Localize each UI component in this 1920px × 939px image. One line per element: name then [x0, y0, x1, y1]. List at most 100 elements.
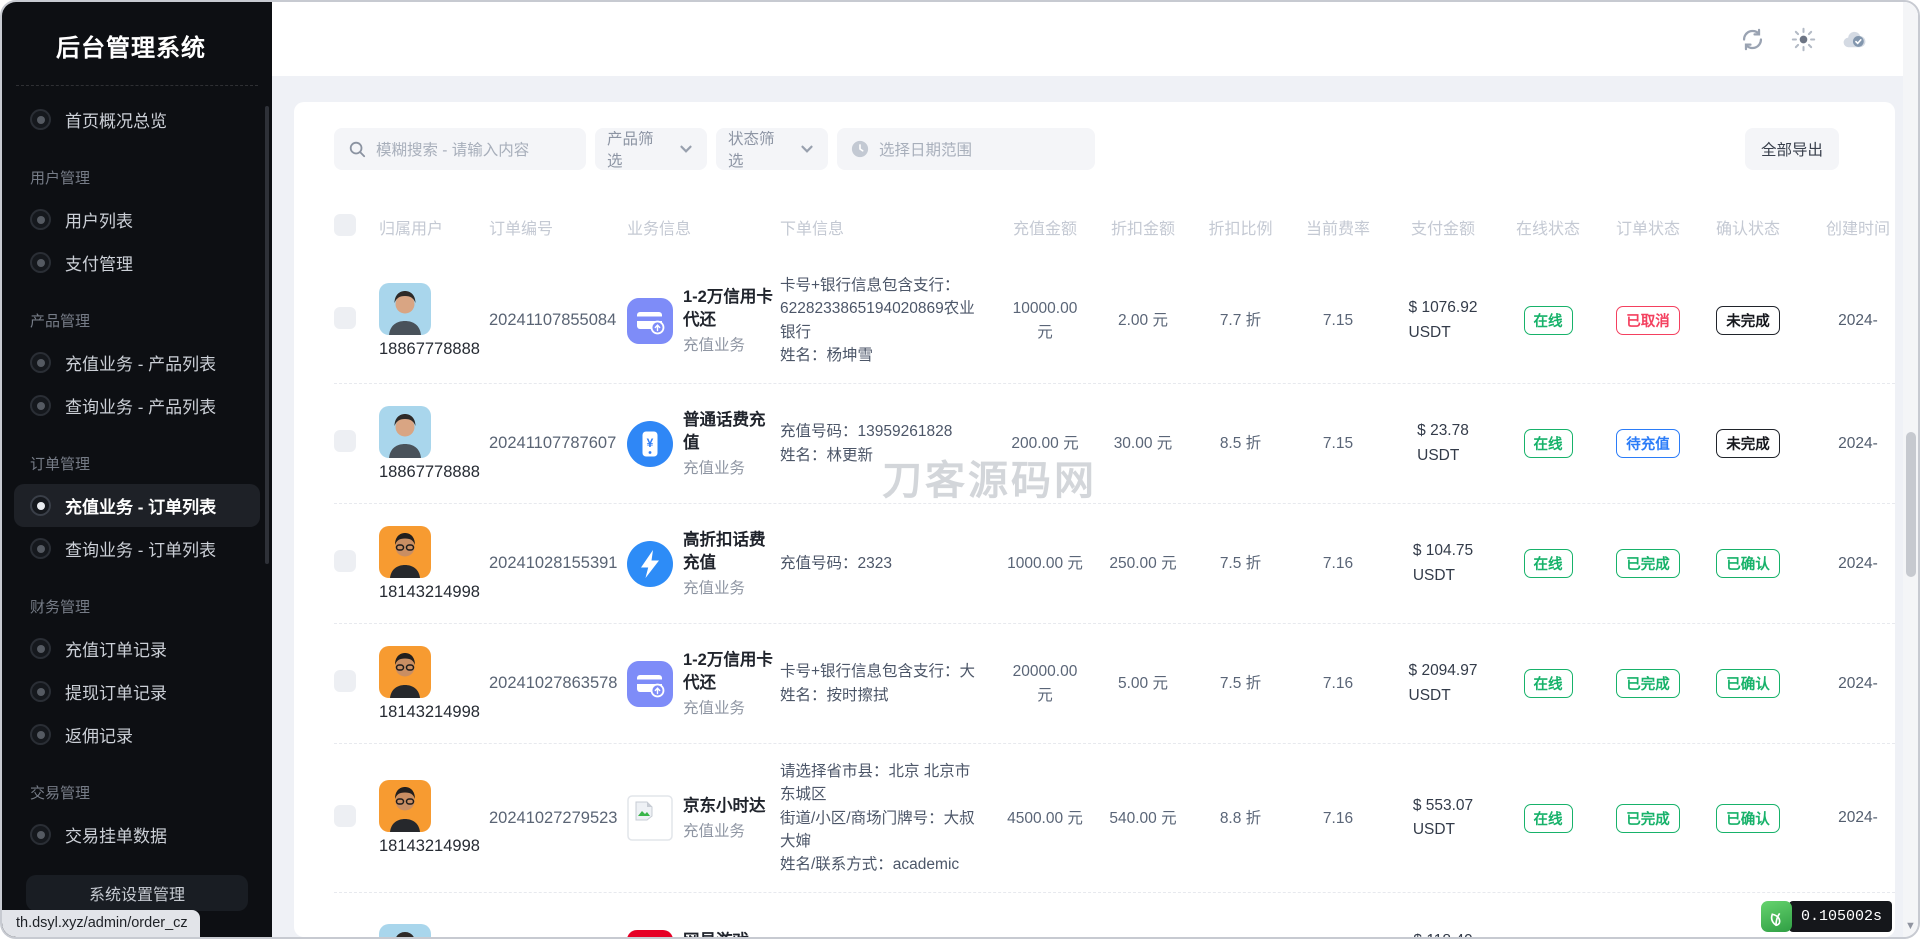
sidebar-item-query-products[interactable]: 查询业务 - 产品列表 — [14, 384, 260, 427]
credit-card-icon — [627, 298, 673, 344]
order-info: 卡号+银行信息包含支行：大 姓名：按时擦拭 — [780, 660, 997, 707]
sidebar-item-query-orders[interactable]: 查询业务 - 订单列表 — [14, 527, 260, 570]
table-row: 18867778888 20241107855084 ¥ — [334, 258, 1895, 383]
col-recharge-amount: 充值金额 — [997, 215, 1093, 239]
theme-sun-icon[interactable] — [1790, 26, 1817, 53]
account-check-icon[interactable] — [1841, 26, 1868, 53]
row-checkbox[interactable] — [334, 550, 356, 572]
sidebar-item-label: 返佣记录 — [65, 722, 133, 747]
pay-currency: USDT — [1413, 564, 1473, 588]
order-number: 20241027863578 — [489, 674, 627, 693]
col-discount-ratio: 折扣比例 — [1193, 215, 1288, 239]
record-icon — [30, 209, 51, 230]
col-order-status: 订单状态 — [1598, 215, 1698, 239]
order-status-badge: 待充值 — [1616, 429, 1680, 458]
business-type: 充值业务 — [683, 576, 780, 598]
col-created-at: 创建时间 — [1798, 215, 1895, 239]
current-rate: 7.16 — [1288, 552, 1388, 575]
confirm-status-badge: 已确认 — [1716, 804, 1780, 833]
record-icon — [30, 109, 51, 130]
table-row: 18143214998 20241027863578 ¥ — [334, 623, 1895, 743]
business-name: 1-2万信用卡代还 — [683, 649, 780, 694]
order-status-badge: 已取消 — [1616, 306, 1680, 335]
search-input[interactable]: 模糊搜索 - 请输入内容 — [334, 128, 586, 170]
phone-recharge-icon: ¥ — [627, 421, 673, 467]
pay-amount-cell: $ 104.75 USDT — [1388, 539, 1498, 587]
sidebar-section-product-mgmt: 产品管理 — [14, 290, 260, 341]
sidebar-item-recharge-products[interactable]: 充值业务 - 产品列表 — [14, 341, 260, 384]
business-cell: ¥ 京东小时达 — [627, 795, 780, 841]
date-range-placeholder: 选择日期范围 — [879, 138, 972, 160]
pay-currency: USDT — [1417, 444, 1469, 468]
scrollbar-down-arrow[interactable]: ▼ — [1903, 920, 1918, 932]
perf-widget: 0.105002s — [1761, 901, 1892, 932]
created-at: 2024- — [1798, 809, 1895, 827]
scrollbar-thumb[interactable] — [1906, 432, 1916, 577]
page-scrollbar[interactable]: ▼ — [1903, 2, 1918, 937]
lightning-icon — [627, 541, 673, 587]
order-number: 20241027279523 — [489, 809, 627, 828]
sidebar-nav: 首页概况总览 用户管理 用户列表 支付管理 产品管理 充值业务 - 产品列表 查… — [2, 92, 272, 862]
sidebar-item-payment-mgmt[interactable]: 支付管理 — [14, 241, 260, 284]
row-checkbox[interactable] — [334, 670, 356, 692]
order-status-badge: 已完成 — [1616, 804, 1680, 833]
refresh-icon[interactable] — [1739, 26, 1766, 53]
select-all-checkbox[interactable] — [334, 214, 356, 236]
col-current-rate: 当前费率 — [1288, 215, 1388, 239]
date-range-picker[interactable]: 选择日期范围 — [837, 128, 1095, 170]
business-cell: ¥ 网易游戏 — [627, 930, 780, 937]
discount-ratio: 7.5 折 — [1193, 672, 1288, 695]
record-icon — [30, 495, 51, 516]
discount-amount: 5.00 元 — [1093, 672, 1193, 695]
record-icon — [30, 395, 51, 416]
sidebar-item-home[interactable]: 首页概况总览 — [14, 98, 260, 141]
system-settings-button[interactable]: 系统设置管理 — [26, 875, 248, 911]
sidebar-item-trade-pending-data[interactable]: 交易挂单数据 — [14, 813, 260, 856]
sidebar-scrollbar[interactable] — [265, 106, 269, 564]
table-row: 18143214998 20241027279523 ¥ — [334, 743, 1895, 892]
business-cell: ¥ 1-2万信用卡代还 — [627, 649, 780, 718]
row-checkbox[interactable] — [334, 430, 356, 452]
row-checkbox[interactable] — [334, 805, 356, 827]
sidebar-section-user-mgmt: 用户管理 — [14, 147, 260, 198]
table-row: 20241026096687 ¥ — [334, 892, 1895, 937]
pay-amount-cell: $ 118.40 USDT — [1388, 929, 1498, 937]
sidebar-item-label: 充值业务 - 产品列表 — [65, 350, 216, 375]
business-name: 普通话费充值 — [683, 409, 780, 454]
recharge-amount: 10000.00 元 — [997, 297, 1093, 344]
confirm-status-badge: 未完成 — [1716, 306, 1780, 335]
topbar — [272, 2, 1918, 76]
current-rate: 7.16 — [1288, 672, 1388, 695]
business-type: 充值业务 — [683, 696, 780, 718]
status-filter-select[interactable]: 状态筛选 — [716, 128, 828, 170]
col-discount-amount: 折扣金额 — [1093, 215, 1193, 239]
pay-currency: USDT — [1413, 818, 1473, 842]
record-icon — [30, 638, 51, 659]
row-checkbox[interactable] — [334, 307, 356, 329]
online-status-badge: 在线 — [1524, 429, 1573, 458]
avatar — [379, 780, 431, 832]
business-text: 网易游戏 充值业务 — [683, 930, 749, 937]
filter-toolbar: 模糊搜索 - 请输入内容 产品筛选 状态筛选 — [334, 128, 1895, 170]
table-row: 18867778888 20241107787607 ¥ — [334, 383, 1895, 503]
export-all-button[interactable]: 全部导出 — [1745, 128, 1839, 170]
sidebar-item-withdraw-records[interactable]: 提现订单记录 — [14, 670, 260, 713]
owner-user-cell — [379, 924, 489, 937]
perf-leaf-icon[interactable] — [1761, 901, 1792, 932]
user-phone: 18867778888 — [379, 340, 489, 359]
user-phone: 18143214998 — [379, 837, 489, 856]
pay-amount: $ 23.78 — [1417, 419, 1469, 443]
sidebar-item-commission-records[interactable]: 返佣记录 — [14, 713, 260, 756]
order-info: 充值号码：13959261828 姓名：林更新 — [780, 420, 997, 467]
confirm-status-badge: 已确认 — [1716, 669, 1780, 698]
pay-amount: $ 104.75 — [1413, 539, 1473, 563]
product-filter-select[interactable]: 产品筛选 — [595, 128, 707, 170]
pay-amount-cell: $ 1076.92 USDT — [1388, 296, 1498, 344]
product-filter-label: 产品筛选 — [607, 127, 667, 171]
sidebar-item-recharge-orders[interactable]: 充值业务 - 订单列表 — [14, 484, 260, 527]
business-name: 1-2万信用卡代还 — [683, 286, 780, 331]
sidebar-item-user-list[interactable]: 用户列表 — [14, 198, 260, 241]
user-phone: 18143214998 — [379, 703, 489, 722]
sidebar-item-recharge-records[interactable]: 充值订单记录 — [14, 627, 260, 670]
created-at: 2024- — [1798, 312, 1895, 330]
